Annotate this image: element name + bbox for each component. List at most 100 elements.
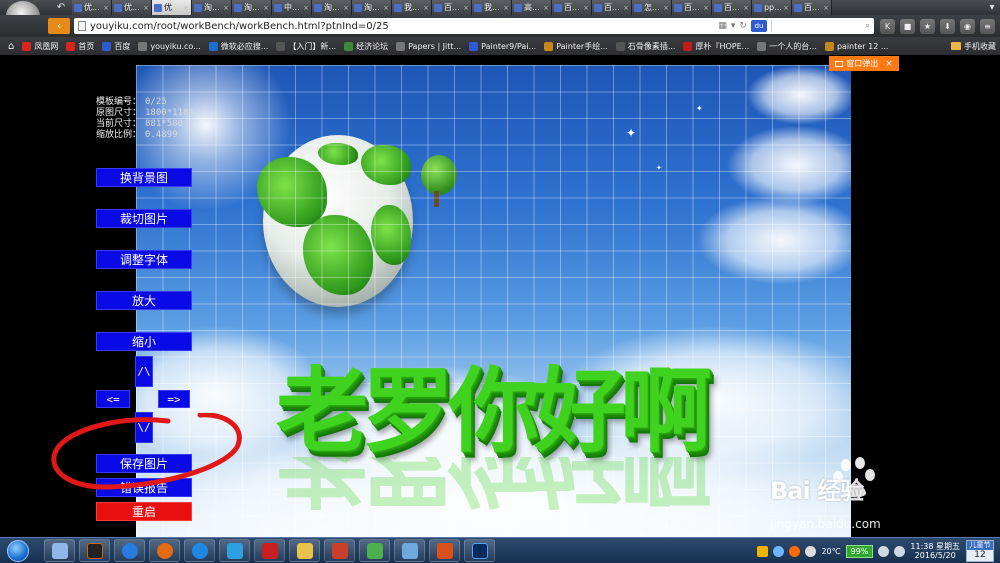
browser-tab[interactable]: 百... × [712, 0, 752, 15]
bookmark-item[interactable]: 首页 [62, 37, 98, 55]
browser-tab[interactable]: 百... × [432, 0, 472, 15]
taskbar-browser[interactable] [149, 539, 180, 562]
browser-logo[interactable] [0, 0, 50, 31]
battery-indicator[interactable]: 99% [845, 544, 874, 558]
browser-tab[interactable]: 优... × [112, 0, 152, 15]
browser-tab[interactable]: 优 × [152, 0, 192, 15]
browser-tab[interactable]: 百... × [552, 0, 592, 15]
clock[interactable]: 11:38 星期五 2016/5/20 [910, 542, 960, 560]
bookmark-item[interactable]: 石骨像素插... [612, 37, 680, 55]
address-bar[interactable]: youyiku.com/root/workBench/workBench.htm… [74, 18, 874, 34]
headline-text[interactable]: 老罗你好啊 [276, 348, 776, 465]
browser-tab[interactable]: 中... × [272, 0, 312, 15]
bookmark-item[interactable]: 经济论坛 [340, 37, 392, 55]
back-button[interactable]: ‹ [48, 18, 70, 34]
move-left-button[interactable]: <= [96, 390, 130, 408]
bookmark-item[interactable]: 【入门】新... [272, 37, 340, 55]
bookmark-item[interactable]: 厚朴『HOPE... [679, 37, 753, 55]
tab-close-icon[interactable]: × [143, 4, 149, 12]
tab-close-icon[interactable]: × [223, 4, 229, 12]
restart-button[interactable]: 重启 [96, 502, 192, 521]
search-icon[interactable]: ⌕ [865, 21, 870, 31]
download-icon[interactable]: ⬇ [940, 18, 955, 34]
tab-close-icon[interactable]: × [303, 4, 309, 12]
zoom-out-button[interactable]: 缩小 [96, 332, 192, 351]
address-url[interactable]: youyiku.com/root/workBench/workBench.htm… [90, 21, 714, 32]
tab-close-icon[interactable]: × [543, 4, 549, 12]
tab-close-icon[interactable]: × [623, 4, 629, 12]
tab-close-icon[interactable]: × [703, 4, 709, 12]
bookmark-item[interactable]: Papers | Jitt... [392, 37, 465, 55]
move-down-button[interactable]: \/ [135, 412, 153, 443]
browser-tab[interactable]: 我... × [472, 0, 512, 15]
grid-icon[interactable]: ▦ [718, 21, 727, 31]
browser-tab[interactable]: 百... × [672, 0, 712, 15]
tab-close-icon[interactable]: × [423, 4, 429, 12]
tab-close-icon[interactable]: × [183, 4, 189, 12]
zoom-in-button[interactable]: 放大 [96, 291, 192, 310]
taskbar-explorer[interactable] [289, 539, 320, 562]
taskbar-ie[interactable] [184, 539, 215, 562]
tab-close-icon[interactable]: × [103, 4, 109, 12]
taskbar-photoshop[interactable] [464, 539, 495, 562]
browser-tab[interactable]: 淘... × [312, 0, 352, 15]
bookmark-item[interactable]: 凤凰网 [18, 37, 62, 55]
volume-icon[interactable] [894, 545, 906, 557]
browser-tab[interactable]: 怎... × [632, 0, 672, 15]
bookmark-item[interactable]: Painter手绘... [540, 37, 612, 55]
taskbar-notepad[interactable] [44, 539, 75, 562]
tab-close-icon[interactable]: × [503, 4, 509, 12]
tool-k-icon[interactable]: K [880, 18, 895, 34]
tab-back-icon[interactable]: ↶ [50, 0, 72, 15]
lock-icon[interactable]: ■ [900, 18, 915, 34]
tab-close-icon[interactable]: × [383, 4, 389, 12]
move-up-button[interactable]: /\ [135, 356, 153, 387]
tab-close-icon[interactable]: × [783, 4, 789, 12]
browser-tab[interactable]: 高... × [512, 0, 552, 15]
browser-tab[interactable]: 我... × [392, 0, 432, 15]
tray-b-icon[interactable] [757, 545, 769, 557]
tab-close-icon[interactable]: × [823, 4, 829, 12]
tray-orange-icon[interactable] [789, 545, 801, 557]
dropdown-icon[interactable]: ▾ [731, 21, 736, 31]
taskbar-player[interactable] [79, 539, 110, 562]
taskbar-viewer[interactable] [394, 539, 425, 562]
browser-tab[interactable]: 淘... × [192, 0, 232, 15]
home-icon[interactable]: ⌂ [4, 41, 18, 52]
taskbar-app[interactable] [324, 539, 355, 562]
tab-close-icon[interactable]: × [583, 4, 589, 12]
bookmark-item[interactable]: 一个人的台... [753, 37, 821, 55]
taskbar-qq[interactable] [114, 539, 145, 562]
bookmark-item[interactable]: Painter9/Pai... [465, 37, 540, 55]
bookmark-item[interactable]: 百度 [98, 37, 134, 55]
taskbar-game[interactable] [429, 539, 460, 562]
crop-image-button[interactable]: 裁切图片 [96, 209, 192, 228]
taskbar-editor[interactable] [359, 539, 390, 562]
bookmark-item[interactable]: painter 12 ... [821, 37, 893, 55]
menu-icon[interactable]: ≡ [980, 18, 995, 34]
mobile-bookmarks[interactable]: 手机收藏 [951, 37, 996, 55]
change-background-button[interactable]: 换背景图 [96, 168, 192, 187]
gamepad-icon[interactable]: ◉ [960, 18, 975, 34]
tab-close-icon[interactable]: × [263, 4, 269, 12]
close-icon[interactable]: × [885, 59, 893, 69]
taskbar-netdisk[interactable] [219, 539, 250, 562]
weather-icon[interactable] [805, 545, 817, 557]
browser-tab[interactable]: 百... × [792, 0, 832, 15]
bookmark-item[interactable]: 微软必应搜... [205, 37, 273, 55]
taskbar-filezilla[interactable] [254, 539, 285, 562]
refresh-icon[interactable]: ↻ [739, 21, 747, 31]
help-icon[interactable] [773, 545, 785, 557]
save-image-button[interactable]: 保存图片 [96, 454, 192, 473]
move-right-button[interactable]: => [158, 390, 190, 408]
browser-tab[interactable]: 优... × [72, 0, 112, 15]
new-tab-icon[interactable]: ▾ [984, 0, 1000, 15]
window-popup-button[interactable]: 窗口弹出 × [829, 56, 899, 71]
search-engine-icon[interactable]: du [750, 20, 767, 32]
error-report-button[interactable]: 错误报告 [96, 478, 192, 497]
tab-close-icon[interactable]: × [463, 4, 469, 12]
browser-tab[interactable]: 淘... × [352, 0, 392, 15]
design-canvas[interactable]: ✦ ✦ ✦ 老罗你好啊 老罗你好啊 [136, 65, 851, 537]
bookmark-item[interactable]: youyiku.co... [134, 37, 204, 55]
browser-tab[interactable]: pp... × [752, 0, 792, 15]
